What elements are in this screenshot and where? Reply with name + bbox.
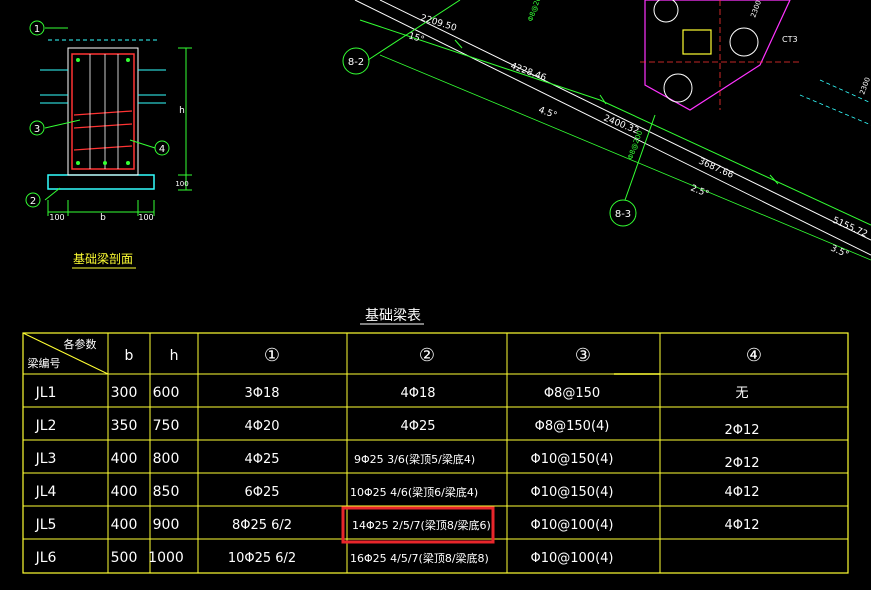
- marker-2-label: 2: [30, 196, 36, 207]
- rebar-note-4: 2300: [858, 76, 871, 95]
- cell-c4: 4Φ12: [724, 518, 759, 533]
- rebar-note-1: Φ8@200: [526, 0, 544, 23]
- cell-c1: 4Φ20: [244, 419, 279, 434]
- dim-right: 100: [138, 213, 153, 222]
- marker-1-label: 1: [34, 24, 40, 35]
- cell-c1: 3Φ18: [244, 386, 279, 401]
- cell-c4: 4Φ12: [724, 485, 759, 500]
- header-b: b: [125, 348, 134, 364]
- angle-4: 3.5°: [829, 244, 850, 261]
- cell-h: 800: [153, 451, 180, 467]
- axis-8-2-label: 8-2: [348, 57, 364, 68]
- cell-c2: 9Φ25 3/6(梁顶5/梁底4): [354, 452, 475, 466]
- length-2: 4228.46: [509, 61, 548, 83]
- cell-c3: Φ10@100(4): [530, 518, 613, 533]
- pile-label: CT3: [782, 35, 798, 44]
- cell-h: 900: [153, 517, 180, 533]
- axis-8-3-label: 8-3: [615, 209, 631, 220]
- section-drawing: 1 3 4 2 100 b 100 h 100 基础梁剖面: [25, 20, 192, 269]
- rebar-note-3: 2300: [749, 0, 763, 19]
- cell-c2: 14Φ25 2/5/7(梁顶8/梁底6): [352, 518, 491, 532]
- angle-2: 4.5°: [537, 105, 558, 121]
- cell-b: 400: [111, 451, 138, 467]
- angle-3: 2.5°: [689, 184, 710, 200]
- dim-height: h: [179, 106, 185, 116]
- length-5: 5155.72: [831, 216, 869, 240]
- marker-4-label: 4: [159, 144, 165, 155]
- cell-h: 1000: [148, 550, 184, 566]
- cell-c1: 10Φ25 6/2: [228, 551, 296, 566]
- cell-c1: 6Φ25: [244, 485, 279, 500]
- cell-id: JL2: [35, 418, 57, 434]
- header-col1: ①: [264, 345, 280, 366]
- length-4: 3687.66: [697, 157, 735, 181]
- cad-canvas[interactable]: 1 3 4 2 100 b 100 h 100 基础梁剖面 8-2 8-3 22…: [0, 0, 871, 590]
- cell-c3: Φ8@150: [544, 386, 600, 401]
- cell-id: JL5: [35, 517, 57, 533]
- cell-c1: 4Φ25: [244, 452, 279, 467]
- table-row: JL4 400 850 6Φ25 10Φ25 4/6(梁顶6/梁底4) Φ10@…: [35, 484, 760, 500]
- cell-c3: Φ10@150(4): [530, 452, 613, 467]
- marker-3-label: 3: [34, 124, 40, 135]
- beam-table: 基础梁表 各参数 梁编号 b h ① ② ③ ④ JL1 300 600 3Φ1…: [22, 307, 849, 574]
- plan-drawing: 8-2 8-3 2209.50 4228.46 2400.32 3687.66 …: [342, 0, 871, 261]
- cell-b: 300: [111, 385, 138, 401]
- cell-h: 850: [153, 484, 180, 500]
- dim-left: 100: [49, 213, 64, 222]
- rebar-note-2: Φ8@200: [626, 129, 644, 160]
- cell-c4: 2Φ12: [724, 456, 759, 471]
- table-row: JL1 300 600 3Φ18 4Φ18 Φ8@150 无: [35, 385, 749, 401]
- cell-c3: Φ8@150(4): [535, 419, 610, 434]
- table-row: JL3 400 800 4Φ25 9Φ25 3/6(梁顶5/梁底4) Φ10@1…: [35, 451, 760, 471]
- table-row: JL2 350 750 4Φ20 4Φ25 Φ8@150(4) 2Φ12: [35, 418, 760, 438]
- table-title: 基础梁表: [365, 307, 421, 324]
- cell-c4: 无: [735, 386, 748, 401]
- cell-h: 750: [153, 418, 180, 434]
- cell-c2: 4Φ25: [400, 419, 435, 434]
- cell-c3: Φ10@100(4): [530, 551, 613, 566]
- cell-b: 400: [111, 517, 138, 533]
- header-h: h: [170, 348, 179, 364]
- cell-id: JL1: [35, 385, 57, 401]
- cell-id: JL3: [35, 451, 57, 467]
- cell-c2: 16Φ25 4/5/7(梁顶8/梁底8): [350, 551, 489, 565]
- cell-id: JL6: [35, 550, 57, 566]
- cell-b: 400: [111, 484, 138, 500]
- cell-b: 350: [111, 418, 138, 434]
- section-title: 基础梁剖面: [73, 251, 133, 266]
- header-col4: ④: [746, 345, 762, 366]
- header-col2: ②: [419, 345, 435, 366]
- corner-top: 各参数: [64, 337, 97, 351]
- table-row: JL6 500 1000 10Φ25 6/2 16Φ25 4/5/7(梁顶8/梁…: [35, 550, 614, 566]
- length-1: 2209.50: [419, 13, 458, 34]
- cell-c3: Φ10@150(4): [530, 485, 613, 500]
- cell-id: JL4: [35, 484, 57, 500]
- cell-c2: 4Φ18: [400, 386, 435, 401]
- cell-h: 600: [153, 385, 180, 401]
- cell-b: 500: [111, 550, 138, 566]
- cell-c1: 8Φ25 6/2: [232, 518, 292, 533]
- cell-c4: 2Φ12: [724, 423, 759, 438]
- dim-center: b: [100, 213, 106, 223]
- cell-c2: 10Φ25 4/6(梁顶6/梁底4): [350, 485, 478, 499]
- table-row: JL5 400 900 8Φ25 6/2 14Φ25 2/5/7(梁顶8/梁底6…: [35, 517, 760, 533]
- header-col3: ③: [575, 345, 591, 366]
- corner-bottom: 梁编号: [28, 356, 61, 370]
- dim-bottom: 100: [175, 180, 188, 188]
